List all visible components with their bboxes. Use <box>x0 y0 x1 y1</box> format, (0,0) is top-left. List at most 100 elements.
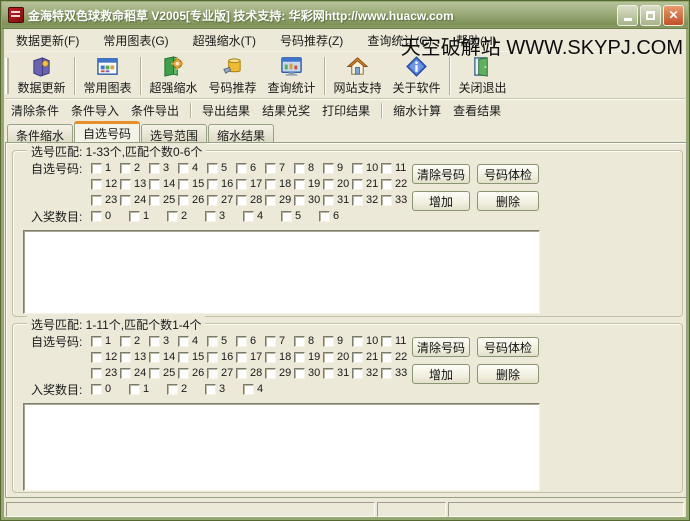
number-checkbox[interactable]: 25 <box>149 367 178 379</box>
toolbar-button-shrink[interactable]: 超强缩水 <box>144 54 203 98</box>
number-checkbox[interactable]: 8 <box>294 335 323 347</box>
number-checkbox[interactable]: 9 <box>323 162 352 174</box>
number-checkbox[interactable]: 5 <box>207 162 236 174</box>
action-button[interactable]: 缩水计算 <box>387 100 447 121</box>
tab-number-range[interactable]: 选号范围 <box>141 124 207 142</box>
number-checkbox[interactable]: 31 <box>323 194 352 206</box>
add-button[interactable]: 增加 <box>412 364 470 384</box>
number-checkbox[interactable]: 9 <box>323 335 352 347</box>
toolbar-button-about[interactable]: 关于软件 <box>387 54 446 98</box>
prize-count-checkbox[interactable]: 4 <box>243 210 281 222</box>
number-checkbox[interactable]: 7 <box>265 162 294 174</box>
action-button[interactable]: 条件导入 <box>65 100 125 121</box>
prize-count-checkbox[interactable]: 2 <box>167 383 205 395</box>
menu-item[interactable]: 常用图表(G) <box>92 29 179 52</box>
number-checkbox[interactable]: 19 <box>294 351 323 363</box>
number-checkbox[interactable]: 18 <box>265 351 294 363</box>
minimize-button[interactable] <box>617 5 638 26</box>
number-checkbox[interactable]: 22 <box>381 178 410 190</box>
action-button[interactable]: 查看结果 <box>447 100 507 121</box>
number-checkbox[interactable]: 29 <box>265 367 294 379</box>
section1-result-list[interactable] <box>23 230 540 314</box>
clear-numbers-button[interactable]: 清除号码 <box>412 164 470 184</box>
number-checkbox[interactable]: 17 <box>236 178 265 190</box>
close-button[interactable]: ✕ <box>663 5 684 26</box>
number-checkbox[interactable]: 8 <box>294 162 323 174</box>
prize-count-checkbox[interactable]: 6 <box>319 210 357 222</box>
maximize-button[interactable] <box>640 5 661 26</box>
add-button[interactable]: 增加 <box>412 191 470 211</box>
delete-button[interactable]: 删除 <box>477 191 539 211</box>
prize-count-checkbox[interactable]: 1 <box>129 210 167 222</box>
number-checkbox[interactable]: 15 <box>178 351 207 363</box>
number-checkbox[interactable]: 30 <box>294 367 323 379</box>
number-checkbox[interactable]: 26 <box>178 367 207 379</box>
toolbar-button-recommend[interactable]: 号码推荐 <box>203 54 262 98</box>
number-checkbox[interactable]: 13 <box>120 351 149 363</box>
tab-self-select-numbers[interactable]: 自选号码 <box>74 121 140 142</box>
toolbar-button-website[interactable]: 网站支持 <box>328 54 387 98</box>
number-checkbox[interactable]: 16 <box>207 178 236 190</box>
number-checkbox[interactable]: 15 <box>178 178 207 190</box>
clear-numbers-button[interactable]: 清除号码 <box>412 337 470 357</box>
number-checkbox[interactable]: 13 <box>120 178 149 190</box>
number-checkbox[interactable]: 19 <box>294 178 323 190</box>
number-checkbox[interactable]: 4 <box>178 335 207 347</box>
number-checkbox[interactable]: 24 <box>120 194 149 206</box>
number-checkbox[interactable]: 27 <box>207 367 236 379</box>
number-checkbox[interactable]: 18 <box>265 178 294 190</box>
number-checkbox[interactable]: 21 <box>352 351 381 363</box>
number-checkbox[interactable]: 24 <box>120 367 149 379</box>
menu-item[interactable]: 号码推荐(Z) <box>269 29 354 52</box>
number-checkbox[interactable]: 20 <box>323 351 352 363</box>
action-button[interactable]: 条件导出 <box>125 100 185 121</box>
number-checkbox[interactable]: 11 <box>381 162 410 174</box>
prize-count-checkbox[interactable]: 0 <box>91 210 129 222</box>
number-checkbox[interactable]: 25 <box>149 194 178 206</box>
number-checkbox[interactable]: 6 <box>236 335 265 347</box>
prize-count-checkbox[interactable]: 2 <box>167 210 205 222</box>
action-button[interactable]: 结果兑奖 <box>256 100 316 121</box>
number-checkbox[interactable]: 21 <box>352 178 381 190</box>
action-button[interactable]: 清除条件 <box>5 100 65 121</box>
number-checkbox[interactable]: 10 <box>352 162 381 174</box>
toolbar-button-query-stats[interactable]: 查询统计 <box>262 54 321 98</box>
toolbar-button-exit[interactable]: 关闭退出 <box>453 54 512 98</box>
number-checkbox[interactable]: 7 <box>265 335 294 347</box>
number-checkbox[interactable]: 33 <box>381 367 410 379</box>
prize-count-checkbox[interactable]: 1 <box>129 383 167 395</box>
number-checkbox[interactable]: 23 <box>91 367 120 379</box>
number-checkbox[interactable]: 27 <box>207 194 236 206</box>
action-button[interactable]: 打印结果 <box>316 100 376 121</box>
number-checkbox[interactable]: 5 <box>207 335 236 347</box>
number-checkbox[interactable]: 1 <box>91 162 120 174</box>
number-checkbox[interactable]: 20 <box>323 178 352 190</box>
number-checkbox[interactable]: 28 <box>236 194 265 206</box>
delete-button[interactable]: 删除 <box>477 364 539 384</box>
prize-count-checkbox[interactable]: 0 <box>91 383 129 395</box>
number-checkbox[interactable]: 1 <box>91 335 120 347</box>
number-check-button[interactable]: 号码体检 <box>477 337 539 357</box>
number-checkbox[interactable]: 14 <box>149 351 178 363</box>
number-checkbox[interactable]: 12 <box>91 351 120 363</box>
number-checkbox[interactable]: 6 <box>236 162 265 174</box>
toolbar-button-charts[interactable]: 常用图表 <box>78 54 137 98</box>
number-checkbox[interactable]: 12 <box>91 178 120 190</box>
toolbar-gripper[interactable] <box>5 58 9 94</box>
action-button[interactable]: 导出结果 <box>196 100 256 121</box>
number-checkbox[interactable]: 30 <box>294 194 323 206</box>
toolbar-button-data-update[interactable]: 数据更新 <box>12 54 71 98</box>
number-checkbox[interactable]: 16 <box>207 351 236 363</box>
number-checkbox[interactable]: 31 <box>323 367 352 379</box>
number-checkbox[interactable]: 10 <box>352 335 381 347</box>
number-checkbox[interactable]: 2 <box>120 335 149 347</box>
number-checkbox[interactable]: 26 <box>178 194 207 206</box>
number-checkbox[interactable]: 3 <box>149 335 178 347</box>
section2-result-list[interactable] <box>23 403 540 491</box>
number-check-button[interactable]: 号码体检 <box>477 164 539 184</box>
tab-condition-shrink[interactable]: 条件缩水 <box>7 124 73 142</box>
number-checkbox[interactable]: 11 <box>381 335 410 347</box>
number-checkbox[interactable]: 3 <box>149 162 178 174</box>
prize-count-checkbox[interactable]: 3 <box>205 210 243 222</box>
prize-count-checkbox[interactable]: 5 <box>281 210 319 222</box>
